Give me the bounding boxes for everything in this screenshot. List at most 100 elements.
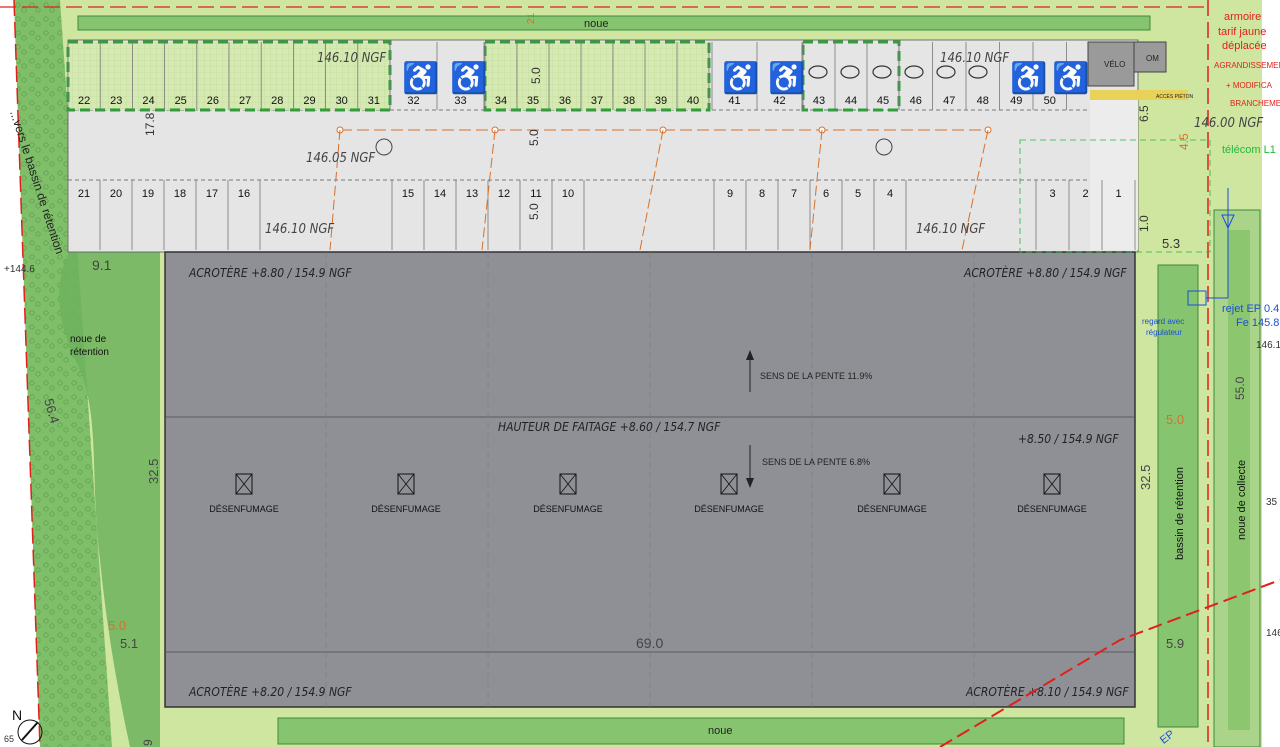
dim-178: 17.8 <box>143 112 157 136</box>
ngf-level-5: 146.10 NGF <box>916 222 985 237</box>
stall-number: 44 <box>845 95 857 107</box>
dim-50-b: 5.0 <box>527 129 541 146</box>
stall-number: 49 <box>1010 95 1022 107</box>
stall-number: 32 <box>407 95 419 107</box>
stall-number: 40 <box>687 95 699 107</box>
stall-number: 9 <box>727 188 733 200</box>
stall-number: 18 <box>174 188 186 200</box>
noue-bottom-label: noue <box>708 725 732 737</box>
stall-number: 23 <box>110 95 122 107</box>
dim-50-a: 5.0 <box>529 67 543 84</box>
agrandissement: AGRANDISSEMENT <box>1214 61 1280 70</box>
stall-number: 31 <box>368 95 380 107</box>
stall-number: 37 <box>591 95 603 107</box>
left-dim-51: 5.1 <box>120 636 138 651</box>
stall-number: 8 <box>759 188 765 200</box>
right-height-label: +8.50 / 154.9 NGF <box>1018 432 1119 446</box>
slope-up-label: SENS DE LA PENTE 11.9% <box>760 371 872 381</box>
modification: + MODIFICA <box>1226 81 1273 90</box>
desenfumage-label: DÉSENFUMAGE <box>1017 504 1087 514</box>
ngf-level-6: 146.00 NGF <box>1194 116 1263 131</box>
dim-50-c: 5.0 <box>527 203 541 220</box>
stall-number: 25 <box>175 95 187 107</box>
left-dim-91: 9.1 <box>92 257 112 273</box>
stall-number: 30 <box>336 95 348 107</box>
stall-number: 46 <box>910 95 922 107</box>
telecom-label: télécom L1 <box>1222 144 1276 156</box>
rejet-line-2: Fe 145.8 <box>1236 317 1279 329</box>
desenfumage-label: DÉSENFUMAGE <box>857 504 927 514</box>
noue-retention-line-1: noue de <box>70 334 107 345</box>
armoire-line-3: déplacée <box>1222 40 1267 52</box>
ngf-level-2: 146.10 NGF <box>940 51 1009 66</box>
stall-number: 15 <box>402 188 414 200</box>
slope-down-label: SENS DE LA PENTE 6.8% <box>762 457 870 467</box>
acrotere-top-right: ACROTÈRE +8.80 / 154.9 NGF <box>963 265 1127 280</box>
r-1461: 146.1 <box>1256 340 1280 351</box>
desenfumage-label: DÉSENFUMAGE <box>533 504 603 514</box>
acrotere-top-left: ACROTÈRE +8.80 / 154.9 NGF <box>188 265 352 280</box>
stall-number: 42 <box>773 95 785 107</box>
stall-number: 12 <box>498 188 510 200</box>
dim-45: 4.5 <box>1177 133 1191 150</box>
branchement: BRANCHEMEN <box>1230 99 1280 108</box>
dim-325-r: 32.5 <box>1138 465 1153 490</box>
acrotere-bottom-right: ACROTÈRE +8.10 / 154.9 NGF <box>965 684 1129 699</box>
r-146: 146 <box>1266 628 1280 639</box>
stall-number: 41 <box>728 95 740 107</box>
north-label: N <box>12 707 22 723</box>
pedestrian-access <box>1090 90 1138 250</box>
bassin-label: bassin de rétention <box>1174 467 1186 560</box>
stall-number: 17 <box>206 188 218 200</box>
left-dim-325: 32.5 <box>146 459 161 484</box>
velo-label: VÉLO <box>1104 60 1125 69</box>
stall-number: 24 <box>142 95 154 107</box>
dim-10: 1.0 <box>1137 215 1151 232</box>
noue-bottom-strip <box>277 717 1125 745</box>
desenfumage-label: DÉSENFUMAGE <box>371 504 441 514</box>
stall-number: 11 <box>530 188 541 200</box>
stall-number: 16 <box>238 188 250 200</box>
stall-number: 35 <box>527 95 539 107</box>
stall-number: 7 <box>791 188 797 200</box>
wheelchair-icon: ♿ <box>768 60 805 95</box>
stall-number: 45 <box>877 95 889 107</box>
acces-pieton-label: ACCÈS PIÉTON <box>1156 93 1194 100</box>
stall-number: 3 <box>1049 188 1055 200</box>
stall-number: 43 <box>813 95 825 107</box>
stall-number: 1 <box>1115 188 1121 200</box>
stall-number: 26 <box>207 95 219 107</box>
stall-number: 48 <box>977 95 989 107</box>
dim-550: 55.0 <box>1233 376 1247 400</box>
wheelchair-icon: ♿ <box>722 60 759 95</box>
armoire-line-1: armoire <box>1224 11 1261 23</box>
stall-number: 28 <box>271 95 283 107</box>
left-side-value: +144.6 <box>4 264 35 275</box>
ngf-level-4: 146.10 NGF <box>265 222 334 237</box>
om-label: OM <box>1146 54 1159 63</box>
stall-number: 29 <box>303 95 315 107</box>
ngf-level-1: 146.10 NGF <box>317 51 386 66</box>
wheelchair-icon: ♿ <box>1010 60 1047 95</box>
stall-number: 34 <box>495 95 507 107</box>
bottom-left-9: 9 <box>141 739 155 746</box>
dim-21: 21 <box>526 12 537 24</box>
desenfumage-label: DÉSENFUMAGE <box>209 504 279 514</box>
stall-number: 22 <box>78 95 90 107</box>
regard-line-2: régulateur <box>1146 328 1182 337</box>
stall-number: 5 <box>855 188 861 200</box>
stall-number: 33 <box>454 95 466 107</box>
armoire-line-2: tarif jaune <box>1218 26 1266 38</box>
noue-top-strip <box>77 15 1151 31</box>
stall-number: 36 <box>559 95 571 107</box>
noue-top-label: noue <box>584 18 608 30</box>
stall-number: 10 <box>562 188 574 200</box>
r-35: 35 <box>1266 497 1278 508</box>
stall-number: 50 <box>1044 95 1056 107</box>
wheelchair-icon: ♿ <box>1052 60 1089 95</box>
desenfumage-label: DÉSENFUMAGE <box>694 504 764 514</box>
wheelchair-icon: ♿ <box>402 60 439 95</box>
dim-50-r: 5.0 <box>1166 412 1184 427</box>
stall-number: 6 <box>823 188 829 200</box>
noue-collecte-label: noue de collecte <box>1236 460 1248 540</box>
